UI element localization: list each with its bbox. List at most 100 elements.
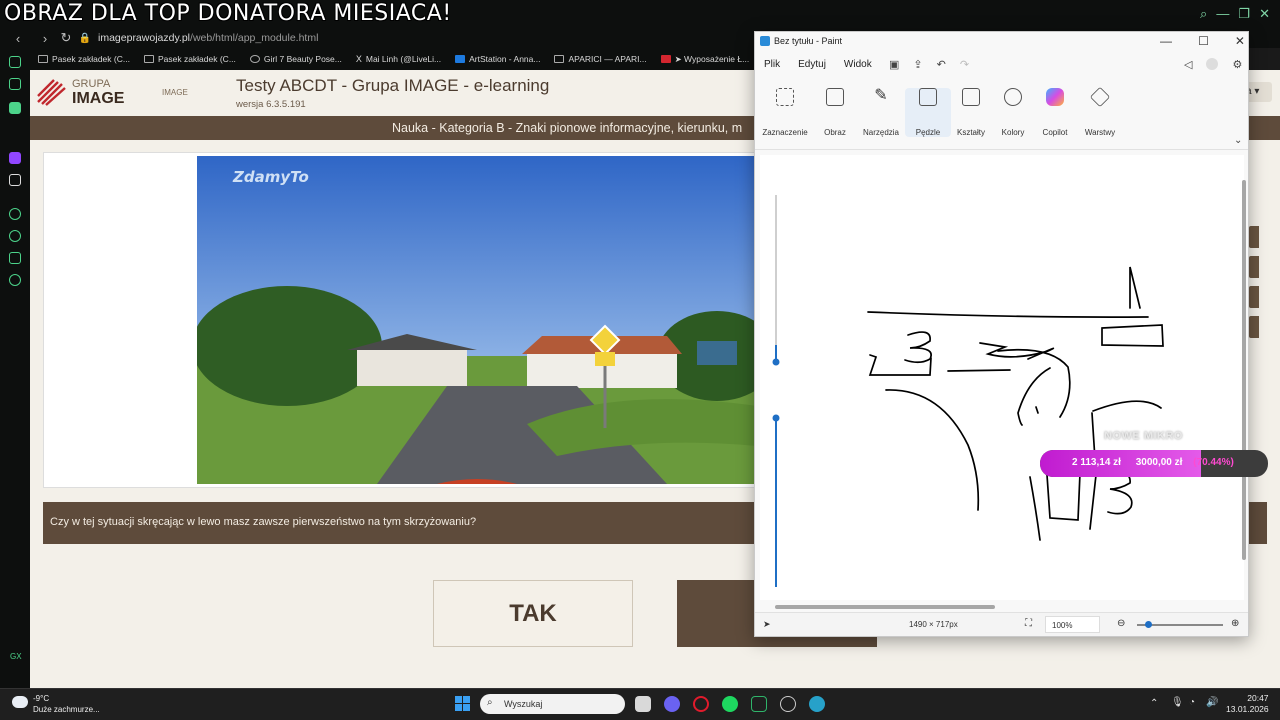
forward-icon[interactable]: ›: [36, 31, 54, 46]
app-version: wersja 6.3.5.191: [236, 99, 306, 110]
tray-chevron-icon[interactable]: ⌃: [1150, 698, 1158, 709]
zoom-out-icon[interactable]: ⊖: [1117, 618, 1125, 629]
gear-icon[interactable]: ⚙: [1232, 58, 1242, 71]
maximize-icon[interactable]: ❐: [1238, 6, 1250, 24]
answer-yes-button[interactable]: TAK: [433, 580, 633, 647]
bookmark-item[interactable]: Girl 7 Beauty Pose...: [249, 54, 342, 64]
image-tool[interactable]: Obraz: [812, 88, 858, 137]
zoom-slider-thumb[interactable]: [1145, 621, 1152, 628]
artstation-icon: [455, 55, 466, 63]
side-tab[interactable]: [1249, 316, 1259, 338]
back-icon[interactable]: ‹: [0, 31, 36, 46]
task-view-icon[interactable]: [635, 696, 651, 712]
undo-icon[interactable]: ↶: [937, 58, 946, 71]
x-icon[interactable]: [9, 174, 21, 186]
taskbar-search[interactable]: Wyszukaj: [480, 694, 625, 714]
category-title: Nauka - Kategoria B - Znaki pionowe info…: [392, 121, 743, 135]
discord-icon[interactable]: [664, 696, 680, 712]
browser-window-controls[interactable]: ⌕ — ❐ ✕: [1200, 6, 1280, 24]
redo-icon[interactable]: ↷: [960, 58, 969, 71]
weather-desc: Duże zachmurze...: [33, 705, 100, 714]
stream-banner: OBRAZ DLA TOP DONATORA MIESIACA!: [4, 1, 452, 26]
gx-corner-icon[interactable]: [9, 78, 21, 90]
temperature: -9°C: [33, 694, 50, 703]
donation-goal: 3000,00 zł: [1135, 457, 1183, 468]
maximize-icon[interactable]: ☐: [1198, 34, 1209, 48]
canvas-size: 1490 × 717px: [909, 620, 958, 629]
excel-icon[interactable]: [751, 696, 767, 712]
minimize-icon[interactable]: —: [1160, 34, 1172, 48]
opera-gx-icon[interactable]: [693, 696, 709, 712]
bookmark-item[interactable]: ➤ Wyposażenie Ł...: [660, 54, 749, 65]
spotify-icon[interactable]: [722, 696, 738, 712]
network-icon[interactable]: ◔: [1189, 697, 1195, 708]
reload-icon[interactable]: ↻: [54, 30, 78, 46]
settings-icon[interactable]: [9, 274, 21, 286]
bookmark-item[interactable]: Pasek zakładek (C...: [143, 54, 236, 64]
extensions-icon[interactable]: [9, 252, 21, 264]
bookmark-item[interactable]: APARICI — APARI...: [554, 54, 647, 64]
browser-sidebar: GX: [0, 48, 30, 688]
pointer-icon: ➤: [763, 619, 771, 629]
copilot-icon: [1046, 88, 1064, 106]
share-icon[interactable]: ⇪: [913, 58, 922, 71]
layers-tool[interactable]: Warstwy: [1077, 86, 1123, 137]
question-photo: ZdamyTo: [197, 156, 757, 484]
logo-line2: IMAGE: [72, 90, 125, 107]
tools-tool[interactable]: ✎ Narzędzia: [858, 87, 904, 138]
menu-edit[interactable]: Edytuj: [798, 59, 826, 70]
lock-icon: 🔒: [78, 32, 92, 44]
paint-menu-bar: Plik Edytuj Widok: [764, 59, 872, 70]
horizontal-scrollbar[interactable]: [775, 605, 995, 609]
history-icon[interactable]: [9, 56, 21, 68]
microphone-icon[interactable]: 🎙: [1171, 697, 1184, 708]
selection-icon: [776, 88, 794, 106]
feedback-icon[interactable]: ◁: [1184, 58, 1192, 71]
paint-canvas[interactable]: [760, 155, 1244, 600]
ribbon-collapse-icon[interactable]: ⌄: [1234, 135, 1242, 146]
bookmark-item[interactable]: ArtStation - Anna...: [455, 54, 540, 64]
avatar[interactable]: [1206, 58, 1219, 70]
side-tab[interactable]: [1249, 256, 1259, 278]
gx-icon[interactable]: GX: [10, 652, 22, 661]
messenger-icon[interactable]: [9, 102, 21, 114]
shapes-tool[interactable]: Kształty: [948, 88, 994, 137]
bookmark-item[interactable]: Pasek zakładek (C...: [38, 54, 130, 64]
minimize-icon[interactable]: —: [1216, 6, 1229, 24]
menu-file[interactable]: Plik: [764, 59, 780, 70]
clock-icon[interactable]: [9, 230, 21, 242]
folder-icon: [143, 55, 154, 63]
fit-icon[interactable]: ⛶: [1025, 618, 1032, 629]
colors-tool[interactable]: Kolory: [990, 88, 1036, 137]
menu-view[interactable]: Widok: [844, 59, 872, 70]
save-icon[interactable]: ▣: [889, 58, 899, 71]
selection-tool[interactable]: Zaznaczenie: [762, 88, 808, 137]
obs-icon[interactable]: [780, 696, 796, 712]
weather-widget[interactable]: -9°C Duże zachmurze...: [33, 693, 100, 715]
donation-label: NOWE MIKRO: [1104, 430, 1183, 442]
image-icon: [826, 88, 844, 106]
copilot-tool[interactable]: Copilot: [1032, 88, 1078, 137]
url-field[interactable]: imageprawojazdy.pl/web/html/app_module.h…: [98, 32, 318, 44]
side-tab[interactable]: [1249, 286, 1259, 308]
zoom-select[interactable]: 100%: [1045, 616, 1100, 633]
zoom-in-icon[interactable]: ⊕: [1231, 618, 1239, 629]
side-tab[interactable]: [1249, 226, 1259, 248]
windows-start-icon[interactable]: [455, 696, 470, 711]
tools-icon: ✎: [874, 87, 888, 104]
cloud-icon: [12, 696, 28, 708]
bookmark-item[interactable]: X Mai Linh (@LiveLi...: [356, 54, 441, 64]
twitch-icon[interactable]: [9, 152, 21, 164]
site-icon: [660, 55, 671, 63]
x-logo-icon: X: [355, 54, 362, 64]
volume-icon[interactable]: 🔊: [1206, 697, 1218, 708]
taskbar-clock[interactable]: 20:47 13.01.2026: [1226, 693, 1269, 715]
search-icon[interactable]: ⌕: [1200, 6, 1207, 24]
brushes-tool[interactable]: Pędzle: [905, 88, 951, 137]
browser-app-icon[interactable]: [809, 696, 825, 712]
close-icon[interactable]: ✕: [1235, 34, 1245, 48]
paint-window-controls[interactable]: — ☐ ✕: [1160, 34, 1245, 48]
player-icon[interactable]: [9, 208, 21, 220]
close-icon[interactable]: ✕: [1259, 6, 1270, 24]
vertical-scrollbar[interactable]: [1242, 180, 1246, 560]
